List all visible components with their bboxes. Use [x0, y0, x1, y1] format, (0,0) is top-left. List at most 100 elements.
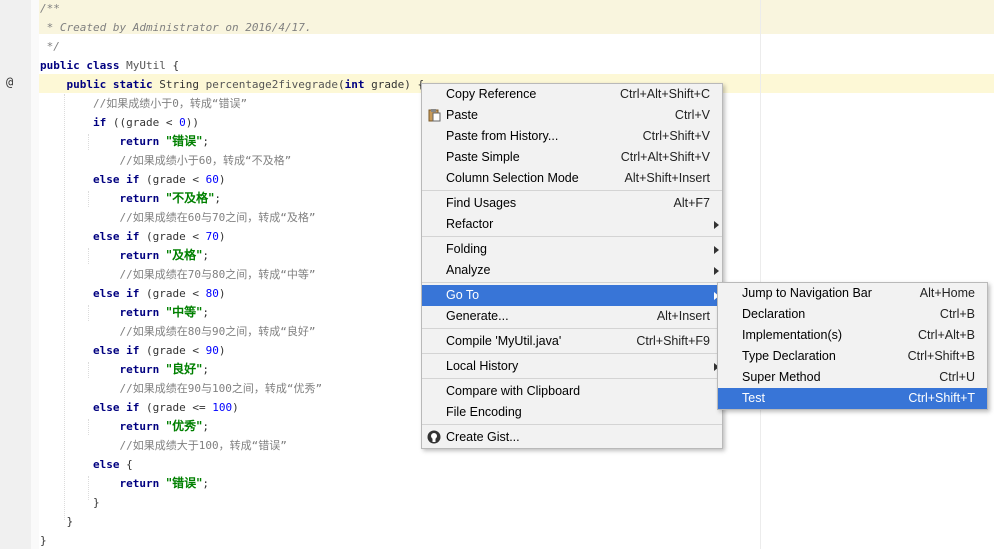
code-token: else if: [40, 344, 146, 357]
fold-gutter: [31, 0, 39, 549]
submenu-arrow-icon: [714, 221, 719, 229]
code-line[interactable]: else if (grade < 80): [40, 284, 225, 303]
menu-item-jump-to-navigation-bar[interactable]: Jump to Navigation Bar Alt+Home: [718, 283, 987, 304]
code-line[interactable]: //如果成绩在80与90之间，转成“良好”: [40, 322, 315, 341]
code-token: ;: [214, 192, 221, 205]
code-token: "中等": [165, 305, 203, 319]
code-token: ((grade <: [112, 116, 180, 129]
indent-guide: [88, 305, 89, 321]
menu-item-file-encoding[interactable]: File Encoding: [422, 402, 722, 423]
code-token: grade) {: [371, 78, 425, 91]
code-line[interactable]: }: [40, 512, 73, 531]
code-token: else if: [40, 230, 146, 243]
code-line[interactable]: //如果成绩大于100，转成“错误”: [40, 436, 286, 455]
code-token: ;: [202, 306, 209, 319]
menu-item-local-history[interactable]: Local History: [422, 356, 722, 377]
code-token: return: [40, 306, 166, 319]
code-line[interactable]: else {: [40, 455, 133, 474]
menu-item-compile-myutil-java[interactable]: Compile 'MyUtil.java' Ctrl+Shift+F9: [422, 331, 722, 352]
code-line[interactable]: else if (grade < 90): [40, 341, 225, 360]
menu-item-find-usages[interactable]: Find Usages Alt+F7: [422, 193, 722, 214]
menu-item-label: Implementation(s): [742, 328, 843, 342]
code-token: 90: [205, 344, 219, 357]
menu-item-paste-simple[interactable]: Paste Simple Ctrl+Alt+Shift+V: [422, 147, 722, 168]
menu-item-folding[interactable]: Folding: [422, 239, 722, 260]
menu-item-label: Jump to Navigation Bar: [742, 286, 872, 300]
code-line[interactable]: return "中等";: [40, 303, 209, 322]
code-line[interactable]: return "错误";: [40, 474, 209, 493]
menu-item-shortcut: Ctrl+Alt+B: [918, 328, 975, 342]
code-token: //如果成绩小于60，转成“不及格”: [40, 154, 292, 167]
code-line[interactable]: //如果成绩小于60，转成“不及格”: [40, 151, 291, 170]
menu-separator: [422, 190, 722, 191]
code-line[interactable]: public static String percentage2fivegrad…: [40, 75, 424, 94]
code-token: return: [40, 192, 166, 205]
code-line[interactable]: */: [40, 37, 60, 56]
code-token: return: [40, 363, 166, 376]
code-line[interactable]: else if (grade < 70): [40, 227, 225, 246]
code-line[interactable]: //如果成绩在70与80之间，转成“中等”: [40, 265, 315, 284]
code-token: }: [40, 496, 100, 509]
code-token: return: [40, 477, 166, 490]
code-token: * Created by Administrator on 2016/4/17.: [40, 21, 312, 34]
code-token: (grade <: [145, 173, 206, 186]
code-token: int: [344, 78, 372, 91]
code-line[interactable]: public class MyUtil {: [40, 56, 179, 75]
code-token: //如果成绩在60与70之间，转成“及格”: [40, 211, 316, 224]
code-line[interactable]: else if (grade <= 100): [40, 398, 239, 417]
code-token: public class: [40, 59, 127, 72]
code-line[interactable]: }: [40, 531, 47, 550]
code-token: (grade <=: [145, 401, 213, 414]
code-token: ;: [202, 477, 209, 490]
menu-item-analyze[interactable]: Analyze: [422, 260, 722, 281]
code-token: 100: [212, 401, 233, 414]
code-token: 80: [205, 287, 219, 300]
menu-item-label: Compare with Clipboard: [446, 384, 581, 398]
code-line[interactable]: //如果成绩小于0，转成“错误”: [40, 94, 247, 113]
menu-item-test[interactable]: Test Ctrl+Shift+T: [718, 388, 987, 409]
menu-item-shortcut: Ctrl+Alt+Shift+C: [620, 87, 710, 101]
code-line[interactable]: //如果成绩在60与70之间，转成“及格”: [40, 208, 315, 227]
menu-item-copy-reference[interactable]: Copy Reference Ctrl+Alt+Shift+C: [422, 84, 722, 105]
menu-item-refactor[interactable]: Refactor: [422, 214, 722, 235]
code-line[interactable]: else if (grade < 60): [40, 170, 225, 189]
menu-item-go-to[interactable]: Go To: [422, 285, 722, 306]
code-token: //如果成绩在70与80之间，转成“中等”: [40, 268, 316, 281]
code-line[interactable]: return "及格";: [40, 246, 209, 265]
code-token: */: [40, 40, 60, 53]
code-token: ;: [202, 363, 209, 376]
code-token: "优秀": [165, 419, 203, 433]
menu-item-paste-from-history[interactable]: Paste from History... Ctrl+Shift+V: [422, 126, 722, 147]
code-line[interactable]: }: [40, 493, 100, 512]
code-line[interactable]: return "良好";: [40, 360, 209, 379]
menu-item-super-method[interactable]: Super Method Ctrl+U: [718, 367, 987, 388]
menu-item-implementation-s[interactable]: Implementation(s) Ctrl+Alt+B: [718, 325, 987, 346]
menu-item-shortcut: Ctrl+U: [939, 370, 975, 384]
code-line[interactable]: //如果成绩在90与100之间，转成“优秀”: [40, 379, 322, 398]
code-line[interactable]: * Created by Administrator on 2016/4/17.: [40, 18, 312, 37]
menu-item-label: Create Gist...: [446, 430, 520, 444]
menu-item-create-gist[interactable]: Create Gist...: [422, 427, 722, 448]
menu-item-declaration[interactable]: Declaration Ctrl+B: [718, 304, 987, 325]
code-token: //如果成绩在80与90之间，转成“良好”: [40, 325, 316, 338]
menu-item-paste[interactable]: Paste Ctrl+V: [422, 105, 722, 126]
code-line[interactable]: /**: [40, 0, 60, 18]
code-token: else: [40, 458, 127, 471]
code-token: public static: [40, 78, 160, 91]
code-line[interactable]: return "错误";: [40, 132, 209, 151]
menu-item-column-selection-mode[interactable]: Column Selection Mode Alt+Shift+Insert: [422, 168, 722, 189]
code-token: ): [232, 401, 239, 414]
indent-guide: [88, 419, 89, 435]
override-marker-icon[interactable]: @: [6, 75, 13, 89]
menu-separator: [422, 353, 722, 354]
menu-item-type-declaration[interactable]: Type Declaration Ctrl+Shift+B: [718, 346, 987, 367]
menu-separator: [422, 236, 722, 237]
menu-item-generate[interactable]: Generate... Alt+Insert: [422, 306, 722, 327]
code-token: else if: [40, 173, 146, 186]
menu-item-label: File Encoding: [446, 405, 522, 419]
code-line[interactable]: return "优秀";: [40, 417, 209, 436]
code-line[interactable]: return "不及格";: [40, 189, 221, 208]
code-token: ;: [202, 249, 209, 262]
menu-item-label: Paste: [446, 108, 478, 122]
menu-item-compare-with-clipboard[interactable]: Compare with Clipboard: [422, 381, 722, 402]
